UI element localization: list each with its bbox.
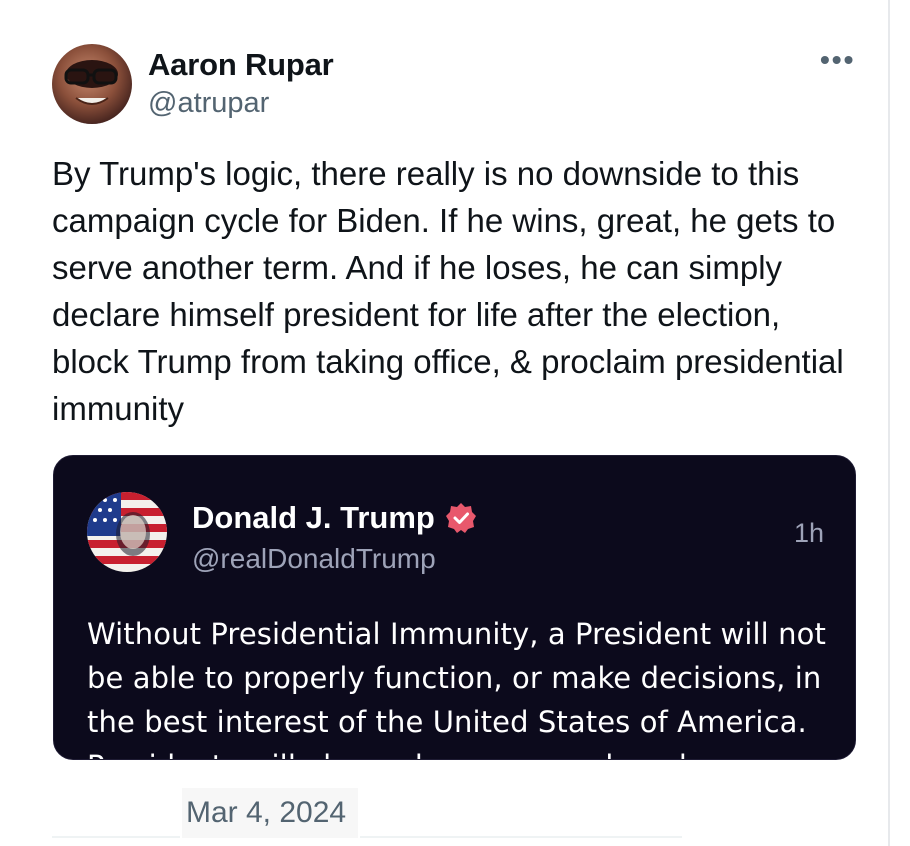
- author-handle[interactable]: @atrupar: [148, 86, 334, 120]
- bottom-divider-right: [360, 836, 682, 838]
- tweet-text: By Trump's logic, there really is no dow…: [52, 155, 844, 427]
- bottom-divider-left: [52, 836, 180, 838]
- page-divider: [888, 0, 890, 846]
- quoted-post-time[interactable]: 1h: [794, 518, 824, 549]
- quoted-author-name[interactable]: Donald J. Trump: [192, 500, 435, 536]
- quoted-author-avatar[interactable]: [87, 492, 167, 572]
- quoted-author-name-row: Donald J. Trump: [192, 500, 477, 536]
- quoted-post-text: Without Presidential Immunity, a Preside…: [87, 617, 826, 759]
- author-name[interactable]: Aaron Rupar: [148, 46, 334, 84]
- more-options-icon[interactable]: •••: [820, 46, 855, 74]
- quoted-post-card[interactable]: Donald J. Trump @realDonaldTrump 1h With…: [53, 455, 856, 760]
- verified-badge-icon: [445, 503, 476, 533]
- author-avatar[interactable]: [52, 44, 132, 124]
- tweet-date[interactable]: Mar 4, 2024: [186, 796, 346, 830]
- tweet-header: Aaron Rupar @atrupar: [52, 44, 334, 124]
- quoted-author-handle[interactable]: @realDonaldTrump: [192, 542, 436, 576]
